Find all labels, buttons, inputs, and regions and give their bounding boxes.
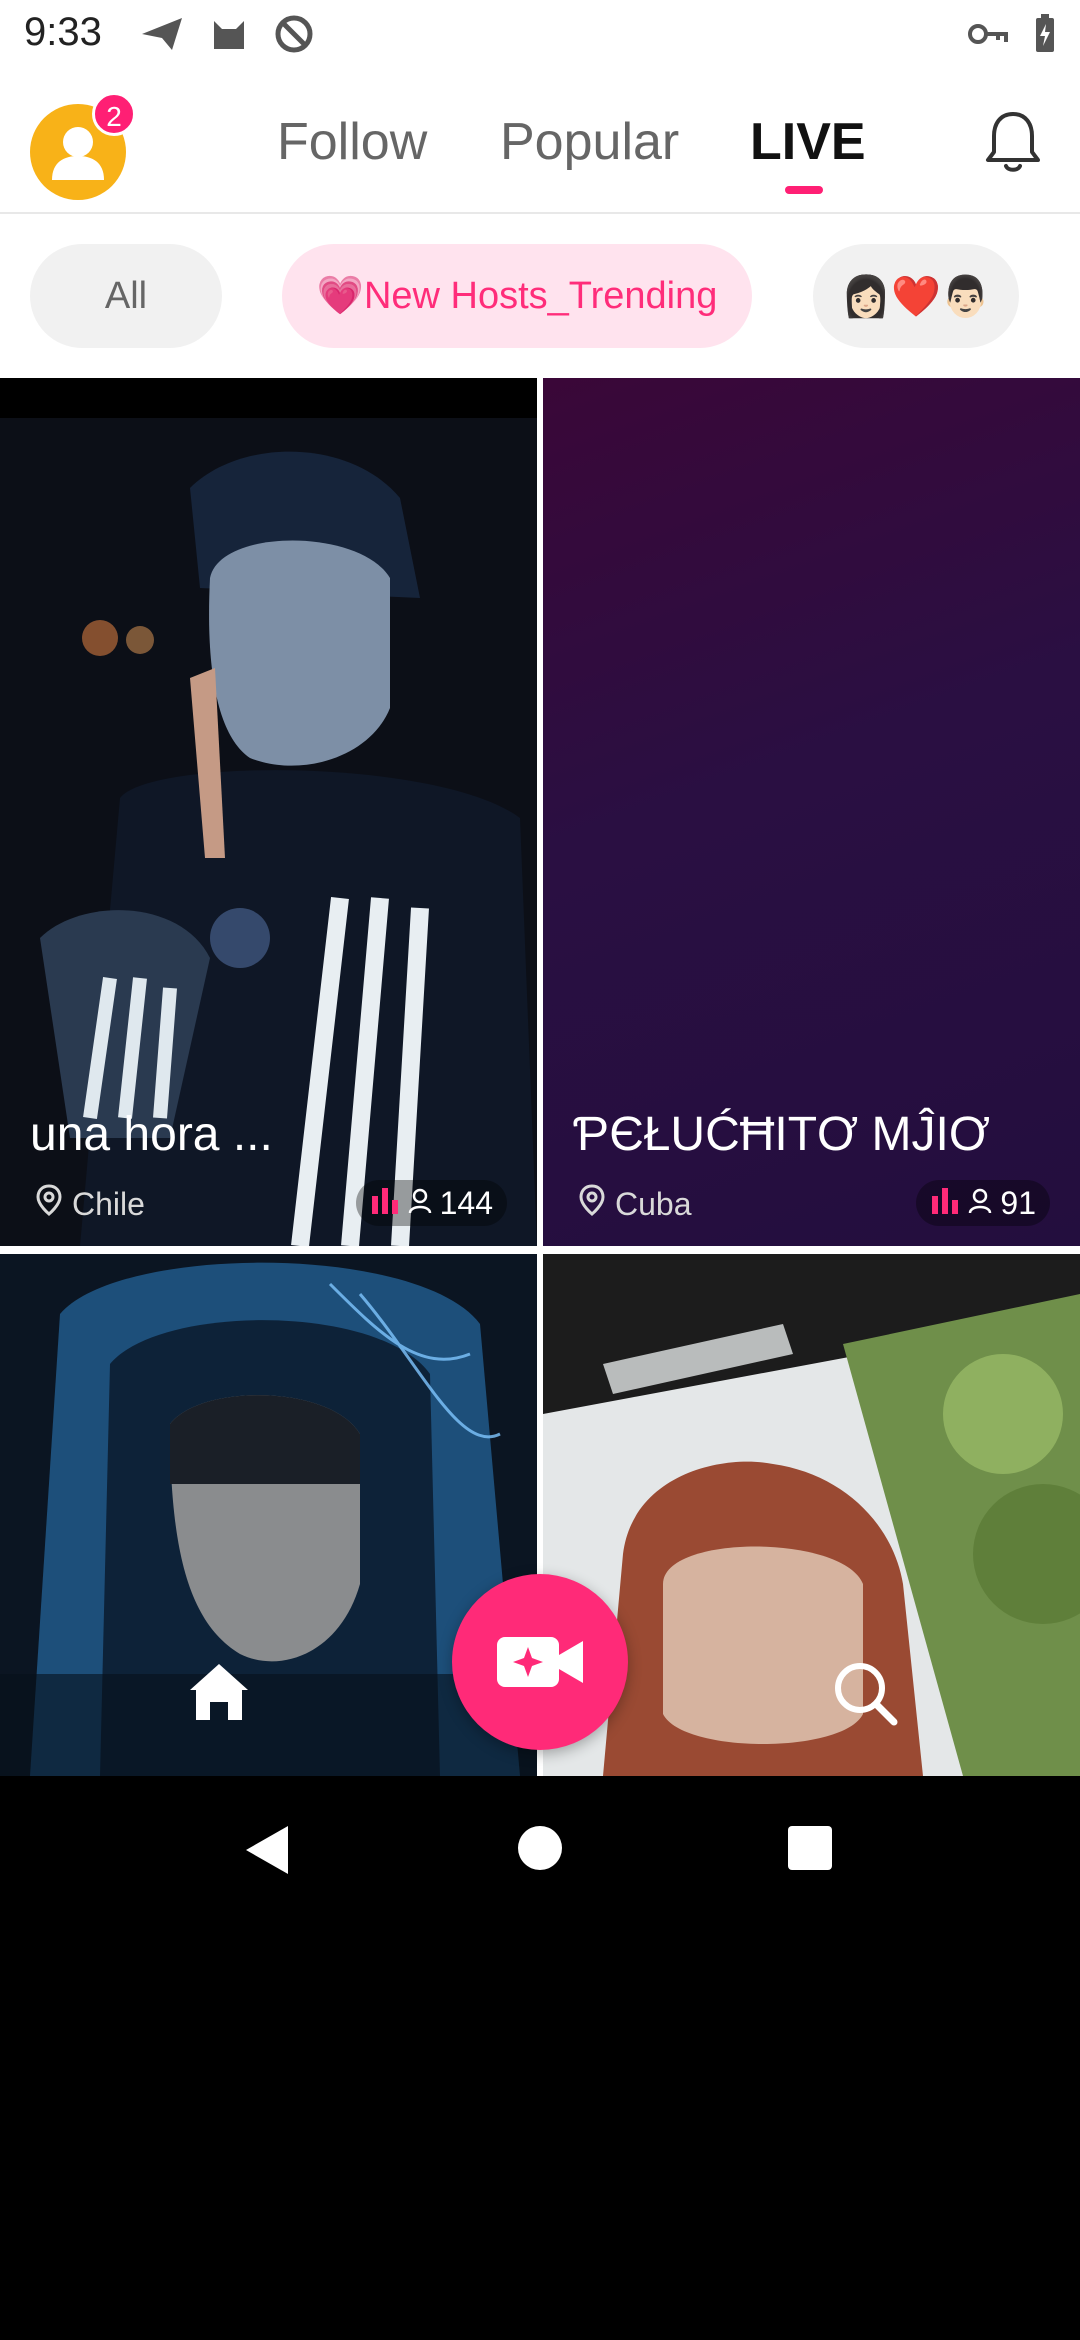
send-icon xyxy=(140,16,184,57)
battery-charging-icon xyxy=(1034,14,1056,59)
status-bar: 9:33 xyxy=(0,0,1080,70)
notification-badge: 2 xyxy=(92,92,136,136)
heart-icon: 💗 xyxy=(316,275,364,317)
recents-icon[interactable] xyxy=(788,1826,832,1870)
chip-trending-label: New Hosts_Trending xyxy=(363,274,718,317)
stream-title: ƤЄŁUĆĦITƠ MĴIƠ xyxy=(573,1108,991,1161)
live-bars-icon xyxy=(930,1185,960,1222)
search-icon[interactable] xyxy=(830,1658,900,1733)
viewer-count: 91 xyxy=(1000,1184,1036,1221)
top-nav: 2 Follow Popular LIVE xyxy=(0,70,1080,214)
home-icon[interactable] xyxy=(186,1660,252,1729)
filter-chips: All 💗 New Hosts_Trending 👩🏻❤️👨🏻 xyxy=(0,214,1080,378)
couple-icon: 👩🏻❤️👨🏻 xyxy=(841,274,991,319)
person-icon xyxy=(968,1185,992,1222)
chip-couple[interactable]: 👩🏻❤️👨🏻 xyxy=(813,244,1019,348)
tab-popular[interactable]: Popular xyxy=(500,112,679,172)
chip-all[interactable]: All xyxy=(30,244,222,348)
status-time: 9:33 xyxy=(24,10,102,54)
chip-new-hosts-trending[interactable]: 💗 New Hosts_Trending xyxy=(282,244,752,348)
video-camera-icon xyxy=(497,1637,583,1687)
tab-follow[interactable]: Follow xyxy=(277,112,427,172)
tab-live[interactable]: LIVE xyxy=(750,112,866,172)
stream-card[interactable]: ƤЄŁUĆĦITƠ MĴIƠ Cuba 91 xyxy=(543,378,1080,1246)
bottom-nav xyxy=(0,1560,1080,1776)
home-button-icon[interactable] xyxy=(518,1826,562,1870)
stream-card[interactable]: una hora ... Chile 144 xyxy=(0,378,537,1246)
bell-icon[interactable] xyxy=(982,108,1044,179)
stream-location: Cuba xyxy=(615,1185,692,1222)
key-icon xyxy=(968,22,1008,51)
system-navigation-bar xyxy=(0,1776,1080,1920)
viewer-count: 144 xyxy=(439,1184,493,1221)
chip-all-label: All xyxy=(104,274,148,317)
active-tab-indicator xyxy=(785,186,823,194)
back-icon[interactable] xyxy=(244,1824,290,1881)
go-live-button[interactable] xyxy=(452,1574,628,1750)
cat-icon xyxy=(210,15,248,58)
at-icon xyxy=(274,14,314,59)
live-bars-icon xyxy=(370,1185,400,1222)
location-pin-icon xyxy=(579,1184,605,1224)
person-icon xyxy=(408,1185,432,1222)
stream-location: Chile xyxy=(72,1185,145,1222)
location-pin-icon xyxy=(36,1184,62,1224)
stream-title: una hora ... xyxy=(30,1108,273,1161)
